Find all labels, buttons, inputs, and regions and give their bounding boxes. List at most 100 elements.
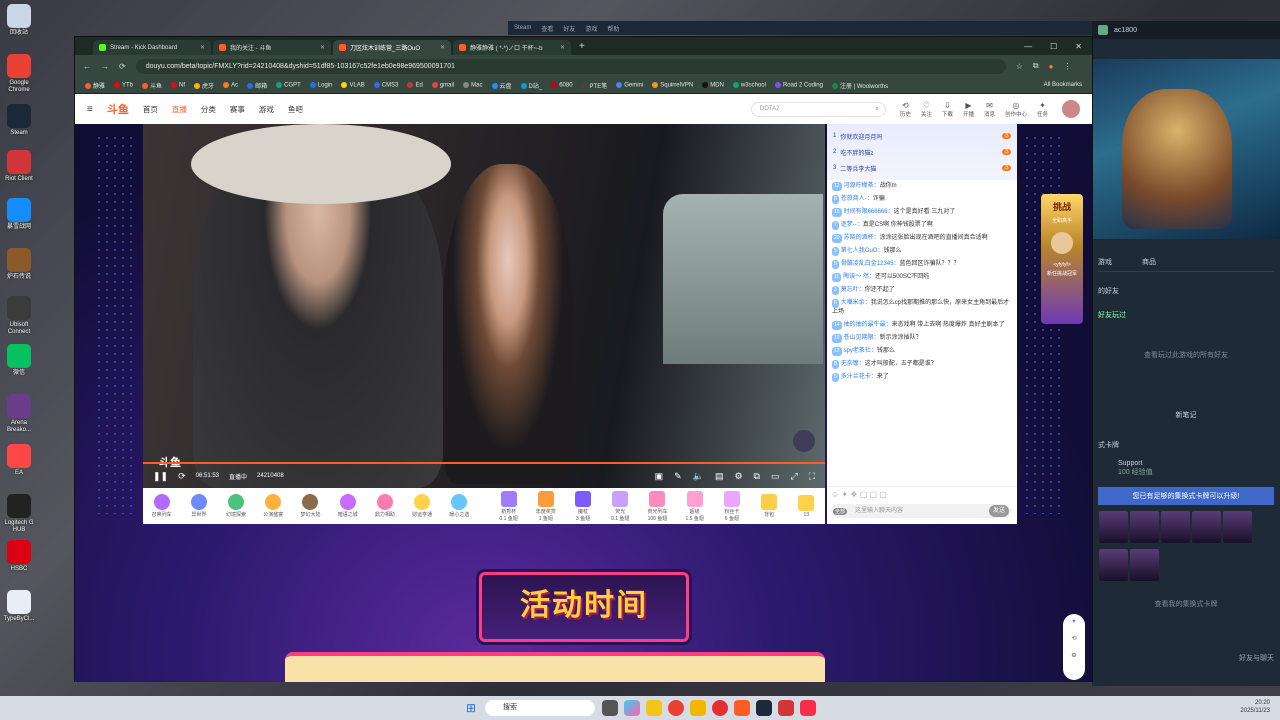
steam-menu-item[interactable]: 查看 [541,24,553,33]
gift-item[interactable]: 幻境探索 [223,494,248,518]
reload-icon[interactable]: ⟳ [119,62,126,71]
music-app-icon[interactable] [800,700,816,716]
bookmark-item[interactable]: Road 2 Coding [774,81,823,88]
bookmark-item[interactable]: gmail [431,81,454,88]
nav-games[interactable]: 游戏 [259,104,274,115]
rank-row[interactable]: 1 你就欢迎月月吗 3 [833,128,1011,144]
minimize-icon[interactable]: — [1024,42,1032,51]
bookmark-item[interactable]: 虎牙 [194,81,214,90]
steam-view-cards[interactable]: 查看我的集换式卡牌 [1098,599,1274,609]
chat-message[interactable]: 12 spy老茶社：钱那么 [827,345,1017,358]
record-icon[interactable] [712,700,728,716]
site-search-input[interactable]: DOTA2 ⌕ [750,101,886,117]
hamburger-icon[interactable]: ≡ [87,104,93,115]
reload-stream-icon[interactable]: ⟳ [178,471,186,482]
trading-card[interactable] [1099,549,1128,581]
chat-username[interactable]: 第七人我OuO： [841,248,884,254]
start-icon[interactable]: ⊞ [466,701,476,715]
all-bookmarks[interactable]: All Bookmarks [1044,82,1082,88]
chat-message[interactable]: 8 无奈摩：这才叫般配，五子都是谁？ [827,358,1017,371]
bookmark-item[interactable]: SquirrelVPN [652,81,693,88]
steam-tab-1[interactable]: 商品 [1142,257,1156,267]
quality-icon[interactable]: ▤ [715,471,724,482]
bookmark-item[interactable]: YTb [114,81,133,88]
bookmark-item[interactable]: 邮箱 [247,81,267,90]
chat-message[interactable]: 5 第七人我OuO：钱那么 [827,245,1017,258]
bookmark-item[interactable]: CMS3 [373,81,398,88]
chat-username[interactable]: 时间有限666666： [844,209,894,215]
edit-icon[interactable]: ✎ [674,471,682,482]
steam-upgrade-banner[interactable]: 您已有足够的集换式卡牌可以升级! [1098,487,1274,505]
chat-message[interactable]: 14 抽的抽的最牛最：来态戏啊 带上去啊 热度爆炸 真好主剧本了 [827,319,1017,332]
trading-card[interactable] [1130,511,1159,543]
chat-message[interactable]: 5 多汁兰花卡：来了 [827,371,1017,384]
tab-close-icon[interactable]: ✕ [320,44,325,51]
chat-message[interactable]: 11 陶诶～ 然：还可以500SC不回啦 [827,271,1017,284]
send-button[interactable]: 发送 [989,505,1009,517]
bookmark-item[interactable]: 静雅 [85,81,105,90]
chat-message[interactable]: 9 骨骼凌乱白金12345：蓝色回区诈骗队？？？ [827,258,1017,271]
gift-item[interactable]: 鼎力相助 [372,494,397,518]
gift-item[interactable]: 财运亨通 [410,494,435,518]
rank-row[interactable]: 3 二等兵李大猫 3 [833,160,1011,176]
desktop-icon[interactable]: Steam [2,104,36,137]
fullscreen-page-icon[interactable]: ⤢ [790,471,797,482]
close-icon[interactable]: ✕ [1075,42,1082,51]
desktop-icon[interactable]: 炉石传说 [2,248,36,281]
video-player[interactable]: 斗鱼 [143,124,825,488]
chat-username[interactable]: 大嘴米余： [841,300,871,306]
desktop-icon[interactable]: Ubisoft Connect [2,296,36,336]
bookmark-item[interactable]: Mac [463,81,483,88]
menu-icon[interactable]: ⋮ [1063,62,1071,71]
gift-item[interactable]: 召唤列车 [149,494,174,518]
bookmark-item[interactable]: Login [309,81,332,88]
bookmark-item[interactable]: 6080 [551,81,573,88]
chat-username[interactable]: 陶诶～ 然： [843,274,875,280]
gift-item[interactable]: 异世界 [186,494,211,518]
forward-icon[interactable]: → [101,62,109,71]
desktop-icon[interactable]: Riot Client [2,150,36,183]
chat-message[interactable]: 6 大嘴米余：我说怎么cp找那期推的那么快，原来女主角到最后才上场 [827,297,1017,319]
bookmark-item[interactable]: 注册 | Woolworths [831,81,888,90]
chat-username[interactable]: 河源柠檬茶： [844,183,880,189]
rank-row[interactable]: 2 吃不胖的猫z 3 [833,144,1011,160]
bookmark-item[interactable]: PTE笔 [581,81,607,90]
volume-icon[interactable]: 🔈 [693,471,704,482]
chat-message[interactable]: 10 苍山见期限：新示涂涂插队？ [827,332,1017,345]
nav-live[interactable]: 直播 [172,104,187,115]
browser-tab[interactable]: 刀区炫木训练营_三路OuO ✕ [333,40,451,55]
url-field[interactable]: douyu.com/beta/topic/FMXLY?rid=24210408&… [135,58,1006,74]
bookmark-item[interactable]: 斗鱼 [142,81,162,90]
riot-app-icon[interactable] [778,700,794,716]
steam-menu-item[interactable]: 帮助 [607,24,619,33]
steam-view-all[interactable]: 查看玩过此游戏的所有好友 [1098,350,1274,360]
bookmark-star-icon[interactable]: ☆ [1016,62,1023,71]
chat-username[interactable]: 骨骼凌乱白金12345： [841,261,900,267]
gift-item[interactable]: 公演盛宴 [261,494,286,518]
bookmark-item[interactable]: Ac [223,81,238,88]
bookmark-item[interactable]: w3school [732,81,766,88]
browser-tab[interactable]: Stream - Kick Dashboard ✕ [93,40,211,55]
trading-card[interactable] [1192,511,1221,543]
trading-card[interactable] [1130,549,1159,581]
browser-tab[interactable]: 静雅静雅 ( *-*)ノ口 干杯~-b ✕ [453,40,571,55]
bookmark-item[interactable]: MDN [702,81,724,88]
header-icon-3[interactable]: ▶ 开播 [963,101,974,118]
chrome-icon[interactable] [668,700,684,716]
header-icon-6[interactable]: ✦ 任务 [1037,101,1048,118]
chat-username[interactable]: 逐梦--： [841,222,863,228]
event-banner[interactable]: 活动时间 [479,572,689,642]
explorer-icon[interactable] [646,700,662,716]
nav-events[interactable]: 赛事 [230,104,245,115]
header-icon-2[interactable]: ⇩ 下载 [942,101,953,118]
gift-item-right[interactable]: 魔杖 3 鱼翅 [570,490,595,522]
gift-item[interactable]: 梦幻大陆 [298,494,323,518]
fans-filter[interactable]: 全部 [833,508,848,515]
user-avatar[interactable] [1062,100,1080,118]
bookmark-item[interactable]: Ed [407,81,423,88]
gift-item-right[interactable]: 粉丝卡 6 鱼翅 [719,490,744,522]
bookmark-item[interactable]: D站_ [520,81,542,90]
taskview-icon[interactable] [602,700,618,716]
steam-tab-0[interactable]: 游戏 [1098,257,1112,267]
gift-item-right[interactable]: 荧光列车 100 鱼翅 [645,490,670,522]
